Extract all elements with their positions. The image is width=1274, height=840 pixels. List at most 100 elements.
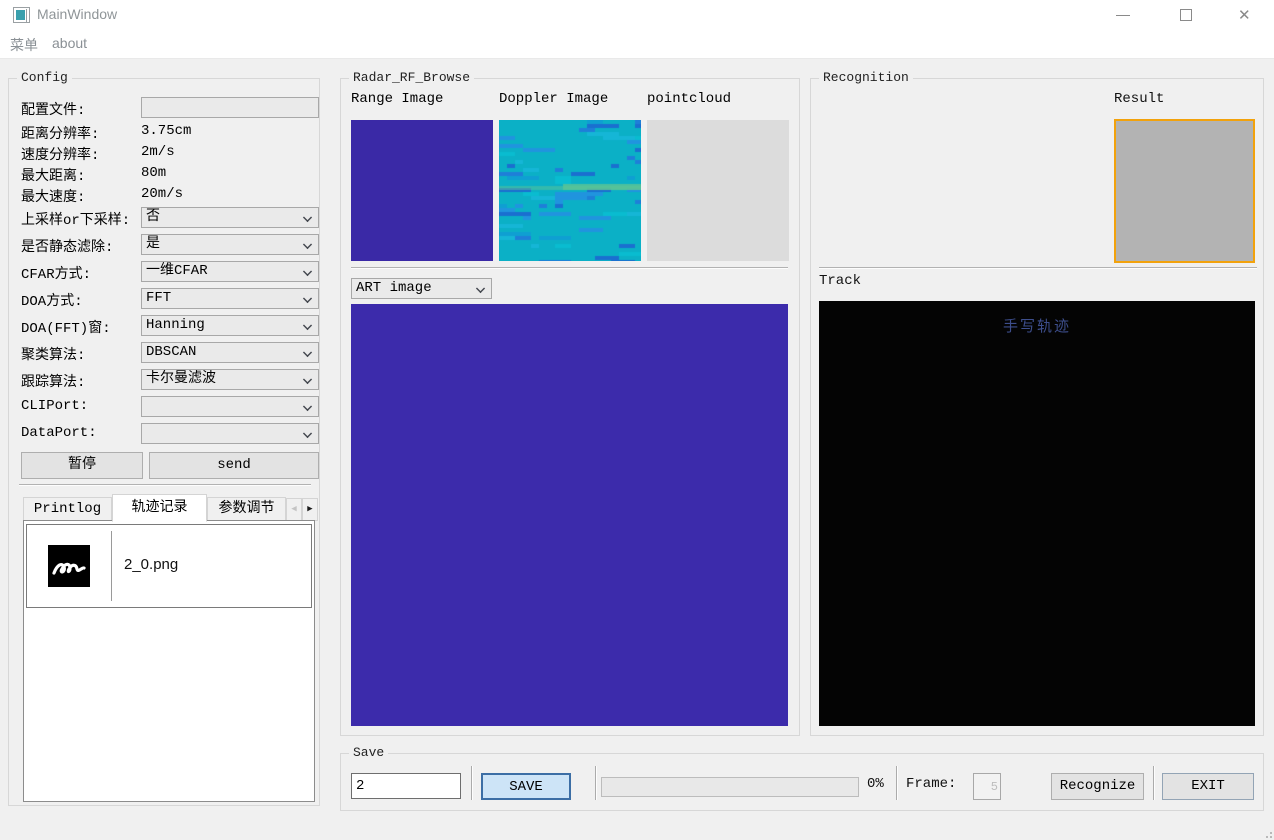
save-group: Save SAVE 0% Frame: Recognize EXIT (340, 753, 1264, 811)
dataport-combobox[interactable] (141, 423, 319, 444)
max-range-value: 80m (141, 165, 166, 181)
menu-bar: 菜单 about (0, 30, 1274, 59)
range-image (351, 120, 493, 261)
config-row: DataPort: (9, 423, 319, 445)
track-file-list: 2_0.png (23, 520, 315, 802)
tab-printlog[interactable]: Printlog (23, 497, 112, 521)
chevron-down-icon (303, 213, 311, 221)
recognition-group-title: Recognition (819, 70, 913, 85)
tab-track-record[interactable]: 轨迹记录 (112, 494, 207, 522)
progress-percent: 0% (867, 776, 884, 792)
chevron-down-icon (303, 321, 311, 329)
config-row: 速度分辨率: 2m/s (9, 142, 319, 164)
send-button[interactable]: send (149, 452, 319, 479)
config-row: CLIPort: (9, 396, 319, 418)
divider (896, 766, 898, 800)
field-label: 跟踪算法: (21, 371, 85, 391)
maximize-button[interactable] (1164, 0, 1210, 30)
field-label: 上采样or下采样: (21, 209, 130, 229)
chevron-down-icon (303, 429, 311, 437)
track-placeholder-text: 手写轨迹 (819, 315, 1255, 336)
art-image-combobox[interactable]: ART image (351, 278, 492, 299)
tab-param-tune[interactable]: 参数调节 (207, 497, 286, 521)
field-label: 聚类算法: (21, 344, 85, 364)
recognition-group: Recognition Result Track 手写轨迹 (810, 78, 1264, 736)
window-title: MainWindow (37, 6, 117, 22)
field-label: 距离分辨率: (21, 123, 99, 143)
minimize-icon (1116, 15, 1130, 16)
resize-grip[interactable] (1262, 828, 1272, 838)
result-label: Result (1114, 91, 1164, 107)
doa-mode-combobox[interactable]: FFT (141, 288, 319, 309)
handwriting-thumbnail (48, 545, 90, 587)
menu-item-caidan[interactable]: 菜单 (10, 35, 38, 55)
range-resolution-value: 3.75cm (141, 123, 191, 139)
close-button[interactable]: ✕ (1224, 0, 1270, 30)
list-item[interactable]: 2_0.png (26, 524, 312, 608)
max-velocity-value: 20m/s (141, 186, 183, 202)
divider (471, 766, 473, 800)
tab-scroll-left-icon[interactable]: ◀ (286, 498, 302, 521)
save-progress-bar (601, 777, 859, 797)
save-filename-input[interactable] (351, 773, 461, 799)
cluster-algo-combobox[interactable]: DBSCAN (141, 342, 319, 363)
exit-button[interactable]: EXIT (1162, 773, 1254, 800)
art-image-display (351, 304, 788, 726)
config-row: 是否静态滤除: 是 (9, 234, 319, 256)
maximize-icon (1180, 9, 1192, 21)
title-bar: MainWindow ✕ (0, 0, 1274, 30)
frame-input[interactable] (973, 773, 1001, 800)
field-label: 是否静态滤除: (21, 236, 113, 256)
save-button[interactable]: SAVE (481, 773, 571, 800)
chevron-down-icon (303, 402, 311, 410)
divider (19, 484, 311, 486)
static-filter-combobox[interactable]: 是 (141, 234, 319, 255)
field-label: DataPort: (21, 425, 97, 441)
field-label: 配置文件: (21, 99, 85, 119)
config-group-title: Config (17, 70, 72, 85)
velocity-resolution-value: 2m/s (141, 144, 175, 160)
field-label: 最大速度: (21, 186, 85, 206)
cliport-combobox[interactable] (141, 396, 319, 417)
config-row: 上采样or下采样: 否 (9, 207, 319, 229)
config-row: DOA方式: FFT (9, 288, 319, 310)
frame-label: Frame: (906, 776, 956, 792)
menu-item-about[interactable]: about (52, 35, 87, 51)
divider (351, 267, 788, 269)
field-label: DOA(FFT)窗: (21, 317, 111, 337)
config-row: 配置文件: (9, 97, 319, 119)
field-label: 最大距离: (21, 165, 85, 185)
recognize-button[interactable]: Recognize (1051, 773, 1144, 800)
save-group-title: Save (349, 745, 388, 760)
doppler-image (499, 120, 641, 261)
app-window-icon (13, 7, 30, 23)
sampling-combobox[interactable]: 否 (141, 207, 319, 228)
radar-rf-browse-group: Radar_RF_Browse Range Image Doppler Imag… (340, 78, 800, 736)
list-item-filename: 2_0.png (124, 556, 178, 573)
track-canvas: 手写轨迹 (819, 301, 1255, 726)
pause-button[interactable]: 暂停 (21, 452, 143, 479)
pointcloud-label: pointcloud (647, 91, 731, 107)
track-label: Track (819, 273, 861, 289)
minimize-button[interactable] (1100, 0, 1146, 30)
cfar-mode-combobox[interactable]: 一维CFAR (141, 261, 319, 282)
chevron-down-icon (303, 375, 311, 383)
result-image-box (1114, 119, 1255, 263)
config-row: 最大速度: 20m/s (9, 184, 319, 206)
config-row: 最大距离: 80m (9, 163, 319, 185)
config-row: 跟踪算法: 卡尔曼滤波 (9, 369, 319, 391)
config-row: CFAR方式: 一维CFAR (9, 261, 319, 283)
range-image-label: Range Image (351, 91, 443, 107)
config-group: Config 配置文件: 距离分辨率: 3.75cm 速度分辨率: 2m/s 最… (8, 78, 320, 806)
chevron-down-icon (303, 294, 311, 302)
config-row: 聚类算法: DBSCAN (9, 342, 319, 364)
chevron-down-icon (476, 284, 484, 292)
divider (819, 267, 1257, 269)
browse-group-title: Radar_RF_Browse (349, 70, 474, 85)
doa-fft-window-combobox[interactable]: Hanning (141, 315, 319, 336)
field-label: DOA方式: (21, 290, 83, 310)
chevron-down-icon (303, 267, 311, 275)
tab-scroll-right-icon[interactable]: ▶ (302, 498, 318, 521)
chevron-down-icon (303, 348, 311, 356)
tracking-algo-combobox[interactable]: 卡尔曼滤波 (141, 369, 319, 390)
